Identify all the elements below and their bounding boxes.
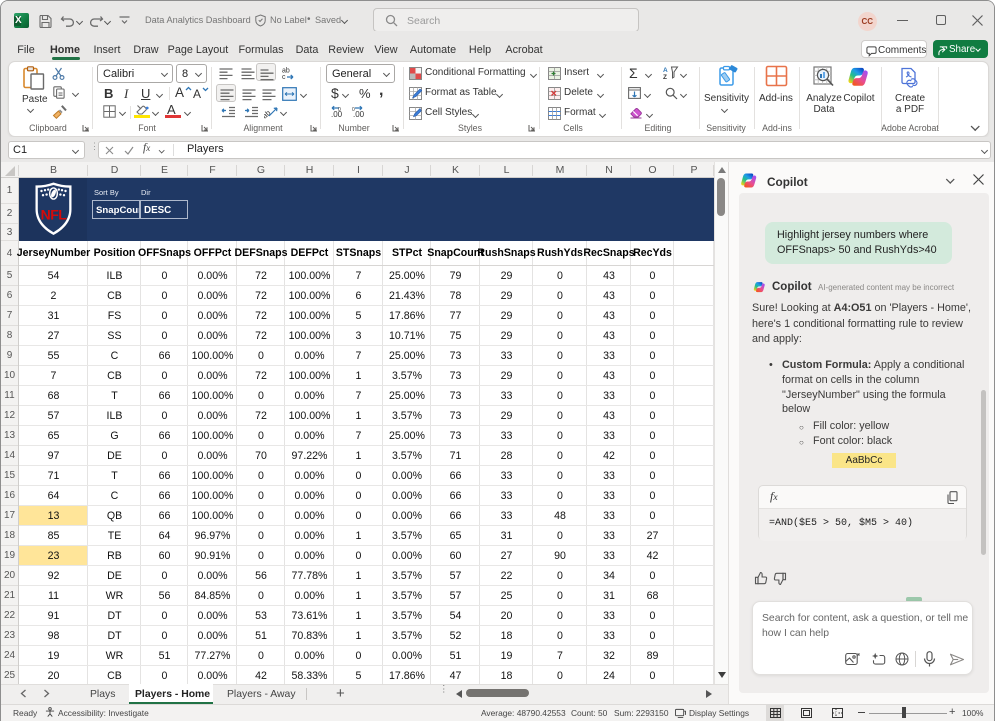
svg-text:c: c (282, 74, 286, 80)
svg-text:0: 0 (338, 107, 341, 113)
svg-text:0: 0 (352, 107, 355, 113)
svg-text:Z: Z (663, 74, 667, 80)
svg-text:NFL: NFL (41, 207, 68, 223)
svg-text:.00: .00 (331, 110, 343, 118)
svg-text:A: A (663, 67, 668, 74)
